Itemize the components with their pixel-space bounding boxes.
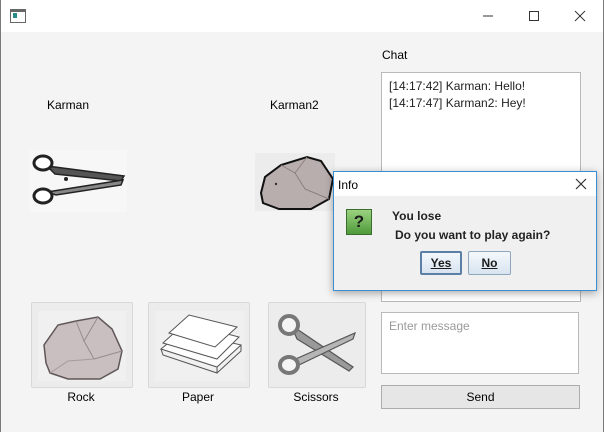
app-icon — [10, 9, 26, 23]
dialog-message-question: Do you want to play again? — [395, 228, 551, 242]
player-left-name: Karman — [47, 98, 90, 112]
maximize-button[interactable] — [511, 0, 557, 32]
dialog-message-result: You lose — [392, 209, 442, 223]
dialog-title-bar: Info — [334, 172, 596, 196]
scissors-choice-button[interactable] — [268, 302, 366, 388]
yes-button[interactable]: Yes — [420, 251, 462, 275]
paper-icon — [155, 311, 245, 381]
rock-choice-label: Rock — [67, 390, 95, 404]
send-button[interactable]: Send — [381, 385, 580, 409]
no-button-label: No — [481, 256, 498, 270]
player-left-hand-scissors-icon — [29, 150, 127, 215]
info-dialog: Info ? You lose Do you want to play agai… — [333, 171, 597, 291]
dialog-title: Info — [338, 178, 359, 192]
chat-message: [14:17:47] Karman2: Hey! — [389, 96, 526, 110]
game-window: Karman Karman2 Rock Paper Scissors Chat … — [0, 0, 604, 432]
title-bar — [1, 0, 603, 32]
chat-label: Chat — [382, 48, 408, 62]
message-input[interactable] — [381, 312, 579, 374]
maximize-icon — [529, 11, 539, 21]
rock-choice-button[interactable] — [31, 302, 133, 388]
paper-choice-label: Paper — [181, 390, 215, 404]
close-icon — [575, 178, 587, 190]
close-button[interactable] — [557, 0, 603, 32]
dialog-close-button[interactable] — [566, 172, 596, 196]
question-icon: ? — [346, 209, 372, 235]
player-right-hand-rock-icon — [255, 153, 335, 214]
scissors-icon — [275, 311, 359, 383]
minimize-button[interactable] — [465, 0, 511, 32]
scissors-choice-label: Scissors — [293, 390, 339, 404]
player-right-name: Karman2 — [270, 98, 319, 112]
close-icon — [574, 10, 586, 22]
minimize-icon — [483, 15, 493, 17]
chat-message: [14:17:42] Karman: Hello! — [389, 79, 526, 93]
paper-choice-button[interactable] — [148, 302, 250, 388]
no-button[interactable]: No — [468, 251, 511, 275]
yes-button-label: Yes — [430, 256, 452, 270]
rock-icon — [38, 311, 126, 381]
